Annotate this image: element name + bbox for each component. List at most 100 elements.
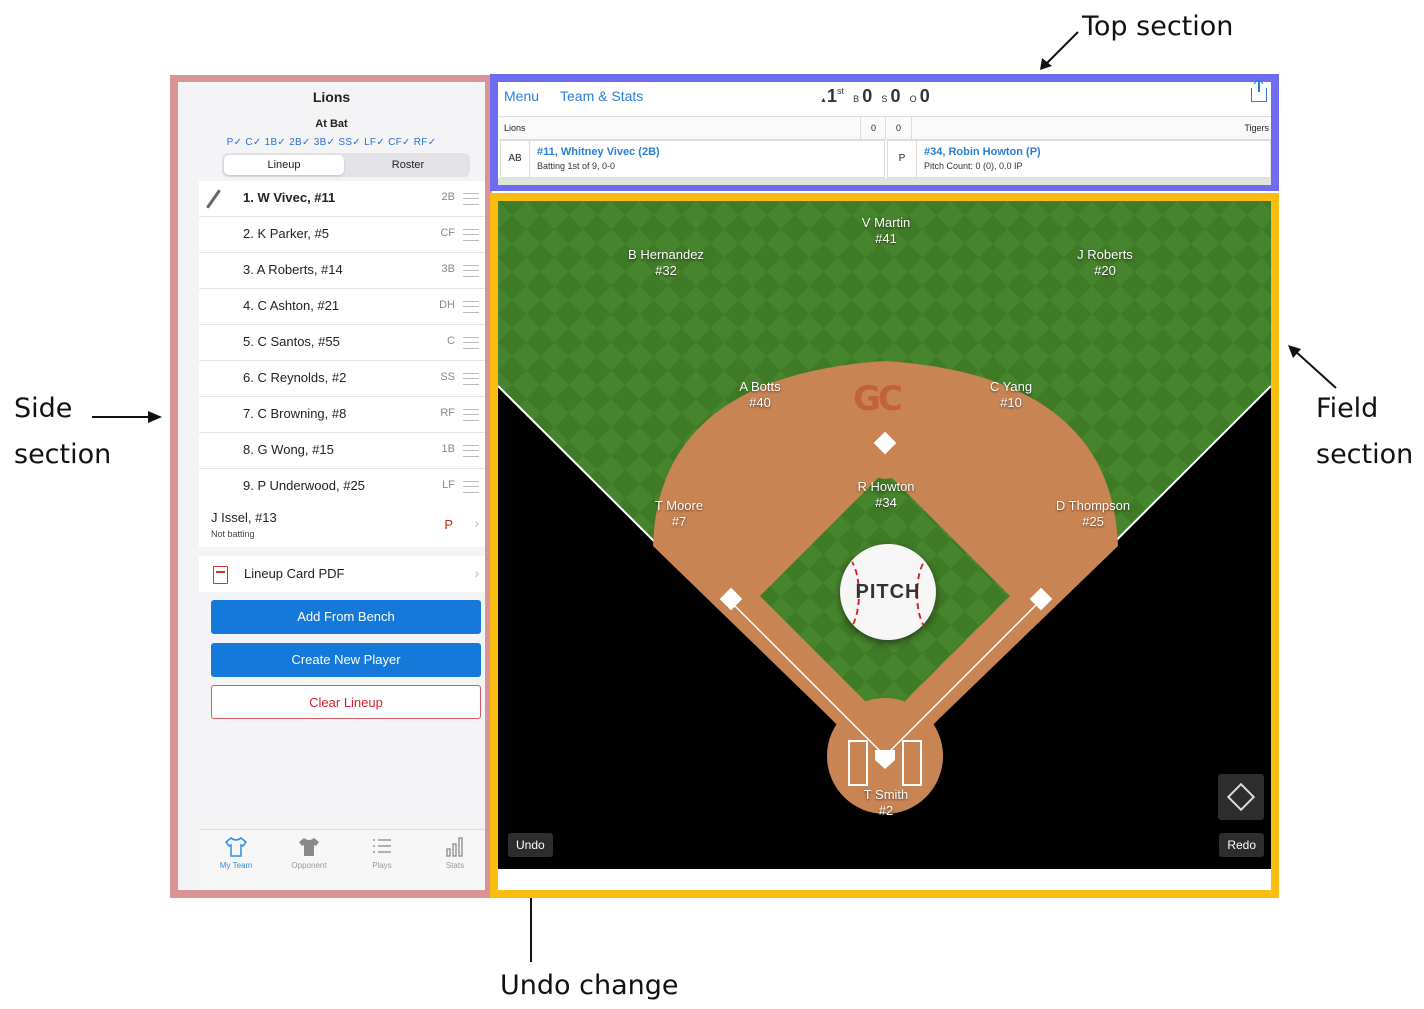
fielder-1b[interactable]: D Thompson #25 (1033, 498, 1153, 530)
share-icon[interactable] (1251, 80, 1267, 102)
lineup-row[interactable]: 8. G Wong, #15 1B (199, 433, 485, 469)
fielder-cf[interactable]: V Martin #41 (826, 215, 946, 247)
side-header: Lions At Bat P✓ C✓ 1B✓ 2B✓ 3B✓ SS✓ LF✓ C… (178, 82, 485, 192)
drag-handle-icon[interactable] (463, 337, 479, 349)
lineup-player-name: 7. C Browning, #8 (243, 406, 347, 421)
lineup-row[interactable]: 5. C Santos, #55 C (199, 325, 485, 361)
create-new-player-button[interactable]: Create New Player (211, 643, 481, 677)
inning-number: 1 (826, 86, 837, 106)
fielder-p[interactable]: R Howton #34 (826, 479, 946, 511)
clear-lineup-button[interactable]: Clear Lineup (211, 685, 481, 719)
drag-handle-icon[interactable] (463, 409, 479, 421)
bar-chart-icon (446, 837, 463, 857)
annotation-field-line1: Field (1316, 393, 1379, 424)
fielder-ss[interactable]: A Botts #40 (700, 379, 820, 411)
tab-lineup[interactable]: Lineup (224, 155, 344, 175)
tab-my-team[interactable]: My Team (201, 836, 271, 870)
lineup-player-name: 1. W Vivec, #11 (243, 190, 336, 205)
lineup-player-position: RF (440, 407, 455, 419)
fielder-number: #32 (655, 263, 677, 278)
undo-button[interactable]: Undo (508, 833, 553, 857)
lineup-row[interactable]: 7. C Browning, #8 RF (199, 397, 485, 433)
bench-player-position: P (444, 517, 453, 532)
strikes-label: S (881, 94, 888, 104)
inning-suffix: st (836, 86, 844, 96)
bat-icon (205, 189, 222, 209)
score-away: 0 (885, 117, 912, 139)
balls-count: 0 (862, 86, 873, 106)
fielder-name: J Roberts (1077, 247, 1133, 262)
lineup-player-name: 5. C Santos, #55 (243, 334, 340, 349)
bench-player-row[interactable]: J Issel, #13 Not batting P › (199, 501, 485, 547)
annotation-field-line2: section (1316, 439, 1414, 470)
lineup-row[interactable]: 6. C Reynolds, #2 SS (199, 361, 485, 397)
fielder-3b[interactable]: T Moore #7 (619, 498, 739, 530)
lineup-player-name: 9. P Underwood, #25 (243, 478, 365, 493)
lineup-card-pdf-row[interactable]: Lineup Card PDF › (199, 556, 485, 592)
score-home: 0 (860, 117, 886, 139)
fielder-lf[interactable]: B Hernandez #32 (606, 247, 726, 279)
annotation-undo-change: Undo change (500, 970, 679, 1001)
tab-opponent[interactable]: Opponent (274, 836, 344, 870)
add-from-bench-button[interactable]: Add From Bench (211, 600, 481, 634)
annotation-top-section: Top section (1082, 11, 1234, 42)
top-section: Menu Team & Stats ▲1st B 0 S 0 O 0 Lions… (498, 80, 1271, 185)
lineup-row[interactable]: 9. P Underwood, #25 LF (199, 469, 485, 504)
baseball-field (498, 201, 1271, 814)
drag-handle-icon[interactable] (463, 445, 479, 457)
fielder-rf[interactable]: J Roberts #20 (1045, 247, 1165, 279)
lineup-player-position: LF (442, 479, 455, 491)
lineup-roster-toggle: Lineup Roster (222, 153, 470, 177)
lineup-player-position: C (447, 335, 455, 347)
jersey-outline-icon (224, 837, 248, 857)
balls-label: B (853, 94, 860, 104)
pitch-label: PITCH (855, 581, 921, 603)
fielder-name: T Smith (863, 787, 909, 802)
fielder-number: #25 (1082, 514, 1104, 529)
lineup-player-position: 1B (441, 443, 455, 455)
drag-handle-icon[interactable] (463, 265, 479, 277)
tab-stats[interactable]: Stats (420, 836, 485, 870)
lineup-player-name: 8. G Wong, #15 (243, 442, 334, 457)
lineup-row[interactable]: 1. W Vivec, #11 2B (199, 181, 485, 217)
lineup-player-position: 2B (441, 191, 455, 203)
tab-my-team-label: My Team (219, 861, 253, 870)
annotation-side-line2: section (14, 439, 112, 470)
team-stats-button[interactable]: Team & Stats (560, 88, 643, 104)
lineup-card-pdf-label: Lineup Card PDF (244, 566, 345, 581)
lineup-row[interactable]: 3. A Roberts, #14 3B (199, 253, 485, 289)
position-checklist: P✓ C✓ 1B✓ 2B✓ 3B✓ SS✓ LF✓ CF✓ RF✓ (226, 137, 437, 148)
fielder-number: #34 (875, 495, 897, 510)
lineup-row[interactable]: 2. K Parker, #5 CF (199, 217, 485, 253)
drag-handle-icon[interactable] (463, 481, 479, 493)
tab-roster[interactable]: Roster (348, 155, 468, 175)
batter-info: Batting 1st of 9, 0-0 (537, 161, 616, 171)
tab-stats-label: Stats (445, 861, 465, 870)
redo-button[interactable]: Redo (1219, 833, 1264, 857)
pitcher-card[interactable]: P #34, Robin Howton (P) Pitch Count: 0 (… (887, 140, 1271, 178)
tab-opponent-label: Opponent (291, 861, 327, 870)
pdf-icon (213, 566, 228, 584)
tab-plays[interactable]: Plays (347, 836, 417, 870)
fielder-2b[interactable]: C Yang #10 (951, 379, 1071, 411)
jersey-filled-icon (299, 838, 319, 856)
lineup-row[interactable]: 4. C Ashton, #21 DH (199, 289, 485, 325)
menu-button[interactable]: Menu (504, 88, 539, 104)
list-icon (373, 839, 391, 853)
batter-card[interactable]: AB #11, Whitney Vivec (2B) Batting 1st o… (500, 140, 885, 178)
fielder-number: #7 (671, 514, 687, 529)
outs-label: O (909, 94, 917, 104)
field-view-icon[interactable] (1218, 774, 1264, 820)
annotation-arrow-top (1040, 31, 1079, 70)
pitch-button[interactable]: PITCH (840, 544, 936, 640)
drag-handle-icon[interactable] (463, 373, 479, 385)
batter-name: #11, Whitney Vivec (2B) (537, 146, 660, 158)
fielder-c[interactable]: T Smith #2 (826, 787, 946, 819)
drag-handle-icon[interactable] (463, 301, 479, 313)
batter-tag: AB (501, 141, 530, 177)
drag-handle-icon[interactable] (463, 193, 479, 205)
strikes-count: 0 (890, 86, 901, 106)
lineup-player-name: 3. A Roberts, #14 (243, 262, 343, 277)
away-team-name: Tigers (1244, 123, 1269, 133)
drag-handle-icon[interactable] (463, 229, 479, 241)
